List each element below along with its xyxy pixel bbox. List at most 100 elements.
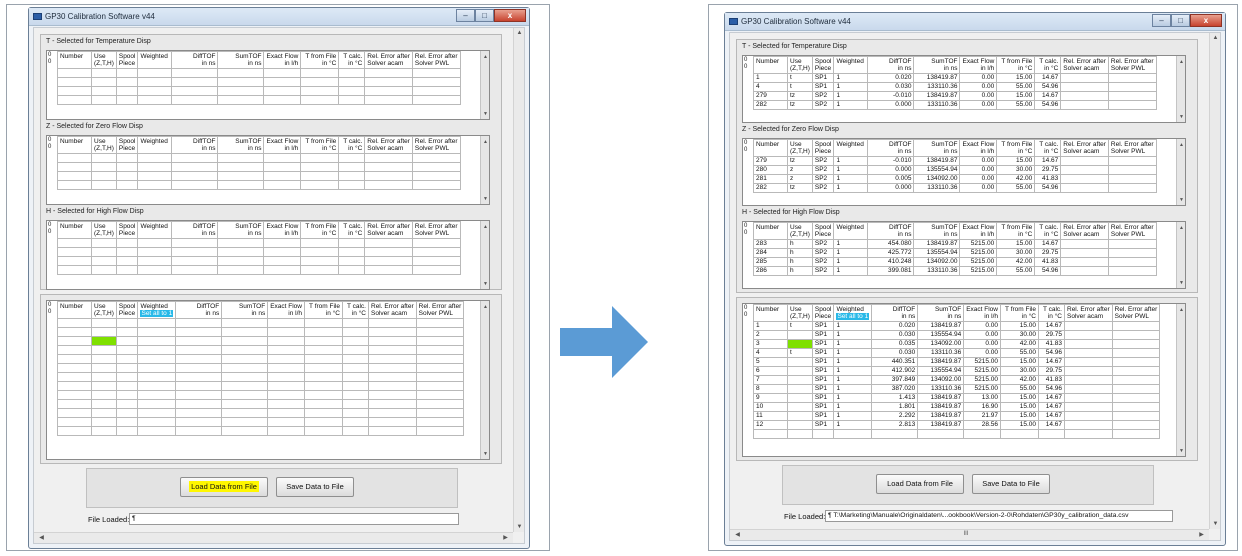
column-header[interactable]: T from File in °C — [300, 221, 340, 239]
column-header[interactable]: Exact Flow in l/h — [959, 56, 998, 74]
table-cell[interactable] — [263, 68, 302, 78]
table-row[interactable]: 4 t SP1 1 0.030 133110.36 0.00 55.00 54.96 — [753, 348, 1161, 358]
table-cell[interactable]: 0.030 — [871, 348, 919, 358]
table-cell[interactable] — [221, 318, 269, 328]
column-header[interactable]: Weighted — [833, 56, 869, 74]
table-cell[interactable]: 42.00 — [996, 257, 1036, 267]
table-cell[interactable] — [57, 426, 92, 436]
table-cell[interactable] — [57, 372, 92, 382]
table-cell[interactable] — [411, 265, 461, 275]
table-cell[interactable] — [115, 417, 139, 427]
table-row[interactable] — [57, 426, 465, 436]
table-cell[interactable] — [263, 77, 302, 87]
file-loaded-field[interactable]: ¶ T:\Marketing\Manuale\Originaldaten\...… — [825, 510, 1173, 522]
table-cell[interactable] — [221, 363, 269, 373]
column-header[interactable]: Exact Flow in l/h — [263, 136, 302, 154]
table-cell[interactable] — [137, 153, 173, 163]
table-cell[interactable] — [267, 318, 305, 328]
table-cell[interactable] — [175, 381, 223, 391]
table-cell[interactable] — [342, 408, 369, 418]
table-cell[interactable] — [787, 402, 813, 412]
table-cell[interactable]: 21.97 — [963, 411, 1001, 421]
table-cell[interactable] — [1038, 429, 1065, 439]
table-cell[interactable] — [115, 327, 139, 337]
column-header[interactable]: Rel. Error after Solver PWL — [411, 136, 461, 154]
hscroll-grip[interactable]: III — [956, 531, 976, 537]
table-cell[interactable] — [57, 162, 92, 172]
column-header[interactable]: Use (Z,T,H) — [787, 222, 813, 240]
column-header[interactable]: T from File in °C — [996, 139, 1036, 157]
table-cell[interactable]: 30.00 — [996, 248, 1036, 258]
grid-scroll-down-icon[interactable]: ▼ — [481, 451, 490, 457]
table-cell[interactable] — [300, 86, 340, 96]
table-cell[interactable] — [1111, 420, 1161, 430]
table-row[interactable]: 8 SP1 1 387.020 133110.36 5215.00 55.00 54.96 — [753, 384, 1161, 394]
table-cell[interactable] — [57, 153, 92, 163]
table-cell[interactable]: 279 — [753, 156, 788, 166]
table-cell[interactable]: SP2 — [811, 257, 835, 267]
table-row[interactable]: 9 SP1 1 1.413 138419.87 13.00 15.00 14.67 — [753, 393, 1161, 403]
table-cell[interactable] — [57, 95, 92, 105]
table-cell[interactable] — [300, 77, 340, 87]
table-cell[interactable] — [91, 153, 117, 163]
grid-scroll-up-icon[interactable]: ▲ — [1177, 225, 1186, 231]
table-cell[interactable] — [415, 318, 465, 328]
table-cell[interactable] — [368, 399, 417, 409]
column-header[interactable]: Exact Flow in l/h — [263, 51, 302, 69]
table-cell[interactable]: 15.00 — [996, 73, 1036, 83]
table-cell[interactable] — [171, 171, 219, 181]
table-cell[interactable] — [415, 426, 465, 436]
column-header[interactable]: T from File in °C — [996, 56, 1036, 74]
grid-scroll-up-icon[interactable]: ▲ — [1177, 142, 1186, 148]
table-cell[interactable] — [1064, 357, 1113, 367]
table-cell[interactable] — [787, 339, 813, 349]
table-cell[interactable] — [171, 153, 219, 163]
scroll-down-icon[interactable]: ▼ — [514, 524, 525, 530]
column-header[interactable]: Number — [753, 222, 788, 240]
grid-scrollbar[interactable]: ▲ ▼ — [480, 301, 489, 459]
table-cell[interactable]: t — [787, 321, 813, 331]
table-cell[interactable] — [175, 408, 223, 418]
table-cell[interactable] — [300, 153, 340, 163]
column-header[interactable]: Spool Piece — [115, 301, 139, 319]
table-cell[interactable] — [1107, 73, 1157, 83]
column-header[interactable]: Rel. Error after Solver acam — [1060, 222, 1109, 240]
minimize-button[interactable]: – — [456, 9, 475, 22]
table-cell[interactable]: 42.00 — [1000, 375, 1039, 385]
table-cell[interactable] — [115, 77, 139, 87]
table-cell[interactable]: 14.67 — [1038, 393, 1065, 403]
column-header[interactable]: T calc. in °C — [1034, 222, 1062, 240]
table-cell[interactable] — [300, 265, 340, 275]
column-header[interactable]: DiffTOF in ns — [867, 56, 915, 74]
column-header[interactable]: Rel. Error after Solver acam — [1064, 304, 1113, 322]
table-cell[interactable]: 1 — [833, 357, 873, 367]
table-cell[interactable] — [91, 265, 117, 275]
table-cell[interactable] — [1107, 82, 1157, 92]
table-cell[interactable] — [364, 162, 413, 172]
table-cell[interactable] — [787, 411, 813, 421]
table-cell[interactable] — [338, 238, 366, 248]
scroll-left-icon[interactable]: ◀ — [732, 531, 743, 538]
table-cell[interactable] — [364, 86, 413, 96]
table-row[interactable] — [57, 68, 461, 78]
table-cell[interactable] — [91, 77, 117, 87]
table-row[interactable]: 2 SP1 1 0.030 135554.94 0.00 30.00 29.75 — [753, 330, 1161, 340]
column-header[interactable]: Exact Flow in l/h — [267, 301, 305, 319]
table-cell[interactable] — [57, 336, 92, 346]
table-cell[interactable]: 15.00 — [1000, 321, 1039, 331]
table-cell[interactable] — [137, 180, 173, 190]
table-cell[interactable] — [338, 247, 366, 257]
table-cell[interactable] — [1064, 384, 1113, 394]
table-cell[interactable] — [115, 354, 139, 364]
column-header[interactable]: Number — [57, 136, 92, 154]
table-cell[interactable]: 15.00 — [1000, 357, 1039, 367]
table-row[interactable] — [57, 399, 465, 409]
table-cell[interactable]: SP2 — [811, 239, 835, 249]
column-header[interactable]: Number — [753, 304, 788, 322]
table-cell[interactable]: 1 — [833, 183, 869, 193]
table-cell[interactable] — [175, 354, 223, 364]
column-header[interactable]: DiffTOF in ns — [171, 51, 219, 69]
table-cell[interactable]: SP2 — [811, 174, 835, 184]
table-cell[interactable]: 133110.36 — [917, 384, 965, 394]
table-cell[interactable] — [787, 429, 813, 439]
